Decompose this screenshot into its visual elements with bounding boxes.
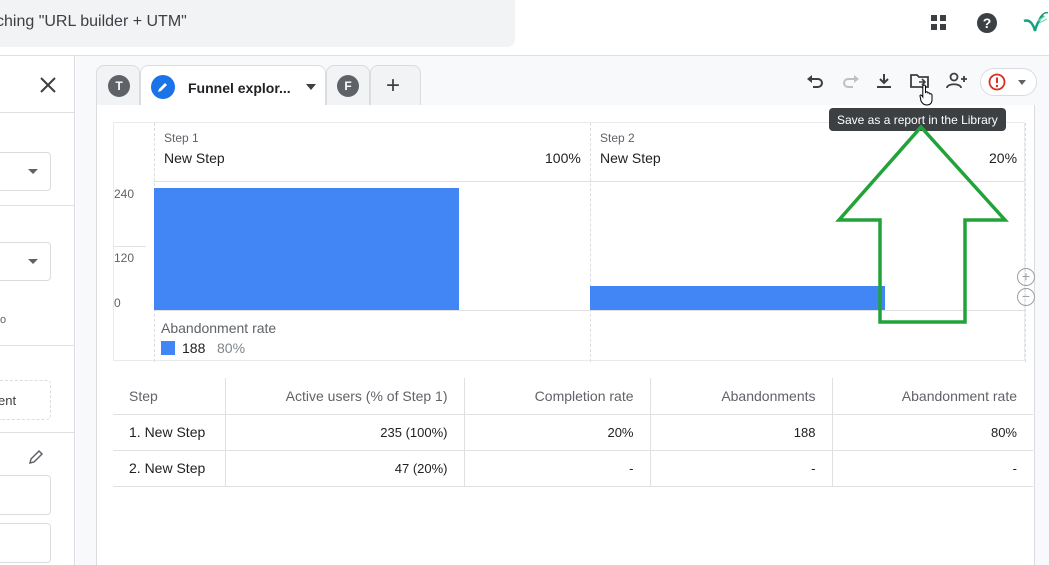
divider: [0, 432, 74, 433]
step-2-percent: 20%: [989, 150, 1018, 166]
variables-panel: o ent: [0, 56, 75, 565]
y-tick-label: 120: [114, 251, 135, 265]
search-input[interactable]: ching "URL builder + UTM": [0, 0, 515, 47]
chevron-down-icon: [28, 259, 38, 264]
funnel-bar-step-2[interactable]: [590, 285, 885, 310]
chevron-down-icon: [28, 169, 38, 174]
step-input[interactable]: [0, 523, 51, 563]
funnel-chart: Step 1 New Step 100% Step 2 New Step 20%…: [113, 122, 1035, 362]
add-tab-button[interactable]: +: [370, 65, 421, 105]
abandonment-percent: 80%: [217, 340, 246, 356]
table-cell: -: [463, 450, 650, 487]
table-cell: 80%: [831, 414, 1033, 451]
column-header[interactable]: Step: [113, 378, 225, 415]
step-divider: [590, 123, 591, 362]
step-2-index: Step 2: [600, 131, 635, 145]
table-cell: 188: [649, 414, 832, 451]
step-header-divider: [154, 181, 1025, 182]
truncated-text: o: [0, 314, 7, 326]
tab-label: Funnel explor...: [188, 80, 291, 96]
add-segment-label: ent: [0, 393, 17, 408]
tab-f[interactable]: F: [326, 65, 370, 105]
table-cell: 20%: [463, 414, 650, 451]
table-cell: 1. New Step: [113, 414, 225, 451]
step-input[interactable]: [0, 475, 51, 515]
tab-letter-avatar: F: [337, 75, 359, 97]
table-cell: 47 (20%): [224, 450, 464, 487]
undo-icon[interactable]: [803, 69, 827, 93]
share-users-icon[interactable]: [944, 69, 972, 93]
help-icon[interactable]: ?: [975, 11, 999, 35]
abandonment-label: Abandonment rate: [161, 320, 277, 336]
top-bar: ching "URL builder + UTM" ?: [0, 0, 1049, 56]
y-tick-label: 240: [114, 187, 135, 201]
table-cell: 2. New Step: [113, 450, 225, 487]
dropdown-select[interactable]: [0, 152, 51, 191]
tab-t[interactable]: T: [96, 65, 140, 105]
divider: [0, 205, 74, 206]
step-1-index: Step 1: [164, 131, 199, 145]
plus-icon: +: [386, 72, 401, 99]
alert-menu-button[interactable]: [980, 68, 1037, 96]
table-cell: -: [831, 450, 1033, 487]
column-header[interactable]: Active users (% of Step 1): [224, 378, 464, 415]
hand-cursor-icon: [919, 84, 935, 111]
y-tick-label: 0: [114, 296, 121, 310]
redo-icon[interactable]: [839, 69, 863, 93]
edit-pencil-icon: [151, 75, 175, 99]
zoom-in-icon[interactable]: +: [1017, 268, 1035, 286]
tab-letter-avatar: T: [108, 75, 130, 97]
table-row[interactable]: 1. New Step 235 (100%) 20% 188 80%: [113, 414, 1033, 451]
step-2-name: New Step: [600, 150, 661, 166]
svg-text:?: ?: [983, 15, 992, 31]
abandonment-count: 188: [182, 340, 206, 356]
table-cell: -: [649, 450, 832, 487]
funnel-table: Step Active users (% of Step 1) Completi…: [113, 378, 1033, 487]
zoom-out-icon[interactable]: −: [1017, 288, 1035, 306]
add-segment-button[interactable]: ent: [0, 380, 51, 420]
main-workspace: T Funnel explor... F + Save as a report …: [76, 56, 1049, 565]
abandonment-swatch: [161, 341, 175, 355]
download-icon[interactable]: [872, 69, 896, 93]
table-cell: 235 (100%): [224, 414, 464, 451]
chevron-down-icon: [1018, 80, 1026, 85]
alert-icon: [988, 73, 1006, 91]
hummingbird-logo-icon[interactable]: [1021, 11, 1049, 35]
apps-grid-icon[interactable]: [927, 11, 951, 35]
table-row[interactable]: 2. New Step 47 (20%) - - -: [113, 450, 1033, 487]
step-1-percent: 100%: [545, 150, 581, 166]
tab-funnel-exploration[interactable]: Funnel explor...: [140, 65, 326, 107]
search-text: ching "URL builder + UTM": [0, 13, 187, 30]
table-header-row: Step Active users (% of Step 1) Completi…: [113, 378, 1033, 415]
step-divider: [1025, 123, 1026, 362]
step-1-name: New Step: [164, 150, 225, 166]
chevron-down-icon[interactable]: [306, 84, 316, 90]
column-header[interactable]: Abandonment rate: [831, 378, 1033, 415]
close-icon[interactable]: [40, 75, 56, 97]
funnel-canvas: Step 1 New Step 100% Step 2 New Step 20%…: [96, 105, 1035, 565]
divider: [0, 112, 74, 113]
dropdown-select[interactable]: [0, 242, 51, 281]
y-gridline: [114, 246, 146, 247]
edit-pencil-icon[interactable]: [28, 449, 44, 470]
chart-baseline: [154, 310, 1025, 311]
divider: [0, 345, 74, 346]
column-header[interactable]: Completion rate: [463, 378, 650, 415]
column-header[interactable]: Abandonments: [649, 378, 832, 415]
funnel-bar-step-1[interactable]: [154, 187, 459, 310]
save-report-tooltip: Save as a report in the Library: [829, 108, 1006, 131]
